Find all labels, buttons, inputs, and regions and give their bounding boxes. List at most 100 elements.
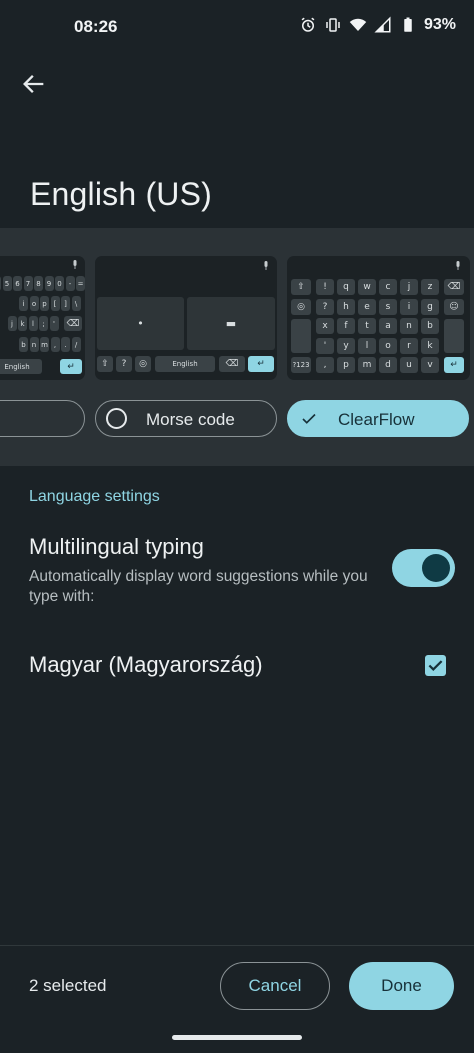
key: n — [400, 318, 418, 334]
battery-percentage: 93% — [423, 16, 456, 33]
key: / — [71, 337, 81, 352]
globe-icon: ◎ — [135, 356, 151, 372]
section-header-language-settings: Language settings — [29, 488, 160, 505]
key: k — [421, 337, 439, 354]
key: g — [421, 298, 439, 315]
key: t — [358, 318, 376, 334]
key: r — [400, 337, 418, 354]
key: ] — [61, 296, 70, 311]
status-bar: 08:26 93% — [0, 0, 474, 54]
cancel-button[interactable]: Cancel — [220, 962, 330, 1010]
key: m — [358, 357, 376, 373]
key: d — [379, 357, 397, 373]
done-button[interactable]: Done — [349, 962, 454, 1010]
mic-icon — [73, 260, 77, 269]
key: [ — [50, 296, 60, 311]
status-time: 08:26 — [74, 17, 118, 36]
key: 5 — [2, 276, 12, 291]
check-icon — [302, 413, 316, 424]
spacer-key — [444, 319, 464, 353]
key: l — [28, 316, 38, 331]
morse-dash-key: ▬ — [187, 297, 275, 350]
space-key: English — [155, 356, 215, 372]
key: v — [421, 357, 439, 373]
mic-icon — [456, 261, 460, 270]
key: ' — [49, 316, 59, 331]
battery-icon — [404, 17, 412, 32]
key: j — [7, 316, 17, 331]
key: i — [400, 298, 418, 315]
bottom-divider — [0, 945, 474, 946]
enter-key: ↵ — [60, 359, 82, 374]
keyboard-preview-clearflow[interactable]: ⇧ ◎ ?123 ! q w c j z? h e s i g x f t a n b ' y l o r k, p m d u v … — [287, 256, 470, 380]
key: y — [337, 337, 355, 354]
key: , — [316, 357, 334, 373]
symbols-key: ?123 — [291, 357, 311, 373]
key: a — [379, 318, 397, 334]
alarm-icon — [301, 17, 315, 32]
layout-option-morse[interactable]: Morse code — [95, 400, 277, 437]
key: j — [400, 279, 418, 295]
page-title: English (US) — [30, 176, 213, 212]
layout-option-qwerty[interactable] — [0, 400, 85, 437]
selected-count: 2 selected — [29, 976, 107, 995]
key: , — [50, 337, 60, 352]
key: n — [29, 337, 39, 352]
globe-icon: ◎ — [291, 299, 311, 315]
key: 4 — [0, 276, 1, 291]
keyboard-preview-morse[interactable]: • ▬ ⇧ ? ◎ English ⌫ ↵ — [95, 256, 277, 380]
keyboard-layouts-carousel[interactable]: 4567890-=iop[]\jkl;'⌫bnm,./ English ↵ • … — [0, 228, 474, 466]
home-indicator[interactable] — [172, 1035, 302, 1040]
key: o — [29, 296, 39, 311]
backspace-icon: ⌫ — [219, 356, 245, 372]
key: h — [337, 298, 355, 315]
vibrate-icon — [326, 18, 340, 32]
backspace-icon: ⌫ — [444, 279, 464, 295]
key: q — [337, 279, 355, 295]
key: 6 — [13, 276, 22, 291]
wifi-icon — [349, 18, 367, 31]
key: 0 — [55, 276, 64, 291]
spacer-key — [291, 319, 311, 353]
enter-key: ↵ — [444, 357, 464, 373]
layout-option-clearflow[interactable]: ClearFlow — [287, 400, 469, 437]
key: . — [61, 337, 70, 352]
emoji-icon: ☺ — [444, 299, 464, 315]
toggle-knob — [422, 554, 450, 582]
key: ; — [39, 316, 48, 331]
layout-option-label: Morse code — [146, 410, 235, 429]
multilingual-typing-description: Automatically display word suggestions w… — [29, 568, 368, 605]
key: ? — [316, 298, 334, 315]
key: f — [337, 318, 355, 334]
radio-unselected-icon — [106, 408, 127, 429]
language-checkbox-magyar[interactable] — [425, 655, 446, 676]
key: z — [421, 279, 439, 295]
key: s — [379, 298, 397, 315]
enter-key: ↵ — [248, 356, 274, 372]
shift-key: ⇧ — [97, 356, 113, 372]
multilingual-typing-toggle[interactable] — [392, 549, 455, 587]
key: k — [18, 316, 27, 331]
key: m — [40, 337, 49, 352]
key: 9 — [44, 276, 54, 291]
language-item-magyar[interactable]: Magyar (Magyarország) — [29, 652, 263, 678]
status-icons: 93% — [299, 16, 456, 34]
key: = — [76, 276, 85, 291]
morse-dot-key: • — [97, 297, 184, 350]
key: - — [65, 276, 75, 291]
multilingual-typing-title: Multilingual typing — [29, 534, 204, 559]
keyboard-preview-qwerty[interactable]: 4567890-= iop[]\ jkl;' ⌫ bnm,./ English ↵ — [0, 256, 85, 380]
key: p — [337, 357, 355, 373]
key: l — [358, 337, 376, 354]
key: e — [358, 298, 376, 315]
key: ' — [316, 337, 334, 354]
mic-icon — [264, 261, 268, 270]
layout-option-label: ClearFlow — [338, 410, 415, 429]
key: ! — [316, 279, 334, 295]
key: p — [40, 296, 49, 311]
key: c — [379, 279, 397, 295]
back-arrow-icon[interactable] — [20, 70, 48, 98]
key: b — [421, 318, 439, 334]
backspace-icon: ⌫ — [64, 316, 82, 331]
question-key: ? — [116, 356, 132, 372]
